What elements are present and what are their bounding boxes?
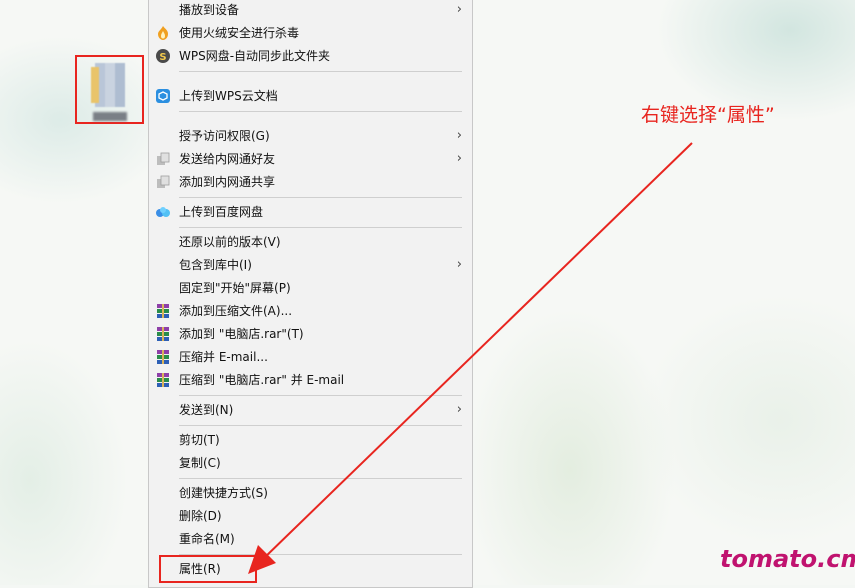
annotation-arrow [248,142,693,574]
annotation-text: 右键选择“属性” [641,104,775,126]
watermark-text: tomato.cm [720,545,855,573]
